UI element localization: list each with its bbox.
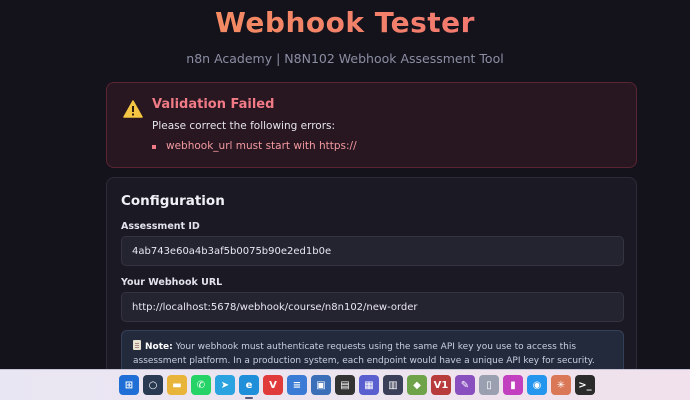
windows-start-icon[interactable]: ⊞ <box>119 375 139 395</box>
claude-icon[interactable]: ✳ <box>551 375 571 395</box>
photos-icon[interactable]: ▣ <box>311 375 331 395</box>
edge-browser-icon[interactable]: e <box>239 375 259 399</box>
docker-icon[interactable]: ◉ <box>527 375 547 395</box>
v1-app-icon[interactable]: V1 <box>431 375 451 395</box>
document-icon[interactable]: ▯ <box>479 375 499 395</box>
files-icon[interactable]: ▦ <box>359 375 379 395</box>
notepad-icon[interactable]: ≡ <box>287 375 307 395</box>
page-title: Webhook Tester <box>0 6 690 40</box>
file-explorer-icon[interactable]: ▬ <box>167 375 187 395</box>
webhook-url-input[interactable] <box>121 292 624 322</box>
paint-icon[interactable]: ✎ <box>455 375 475 395</box>
whatsapp-icon[interactable]: ✆ <box>191 375 211 395</box>
calculator-icon[interactable]: ▥ <box>383 375 403 395</box>
memo-icon <box>133 340 141 350</box>
configuration-panel: Configuration Assessment ID Your Webhook… <box>106 177 637 390</box>
error-list: webhook_url must start with https:// <box>152 140 357 152</box>
warning-icon <box>123 100 143 118</box>
page-subtitle: n8n Academy | N8N102 Webhook Assessment … <box>186 51 504 66</box>
telegram-icon[interactable]: ➤ <box>215 375 235 395</box>
configuration-title: Configuration <box>121 193 225 209</box>
assessment-id-input[interactable] <box>121 236 624 266</box>
clapper-icon[interactable]: ▤ <box>335 375 355 395</box>
error-item: webhook_url must start with https:// <box>152 140 357 152</box>
android-icon[interactable]: ◆ <box>407 375 427 395</box>
alert-title: Validation Failed <box>152 97 275 112</box>
search-icon[interactable]: ○ <box>143 375 163 395</box>
validation-alert: Validation Failed Please correct the fol… <box>106 82 637 168</box>
page-header: Webhook Tester n8n Academy | N8N102 Webh… <box>0 0 690 66</box>
assessment-id-label: Assessment ID <box>121 221 200 232</box>
note-text: Your webhook must authenticate requests … <box>133 342 595 366</box>
purple-app-icon[interactable]: ▮ <box>503 375 523 395</box>
webhook-url-label: Your Webhook URL <box>121 277 223 288</box>
alert-description: Please correct the following errors: <box>152 120 336 132</box>
windows-taskbar: ⊞ ○ ▬ ✆ ➤ e V ≡ ▣ ▤ ▦ ▥ ◆ V1 ✎ ▯ ▮ ◉ ✳ >_ <box>0 369 690 400</box>
vivaldi-icon[interactable]: V <box>263 375 283 395</box>
note-label: Note: <box>145 342 173 352</box>
terminal-icon[interactable]: >_ <box>575 375 595 395</box>
taskbar-icons: ⊞ ○ ▬ ✆ ➤ e V ≡ ▣ ▤ ▦ ▥ ◆ V1 ✎ ▯ ▮ ◉ ✳ >_ <box>119 375 595 399</box>
